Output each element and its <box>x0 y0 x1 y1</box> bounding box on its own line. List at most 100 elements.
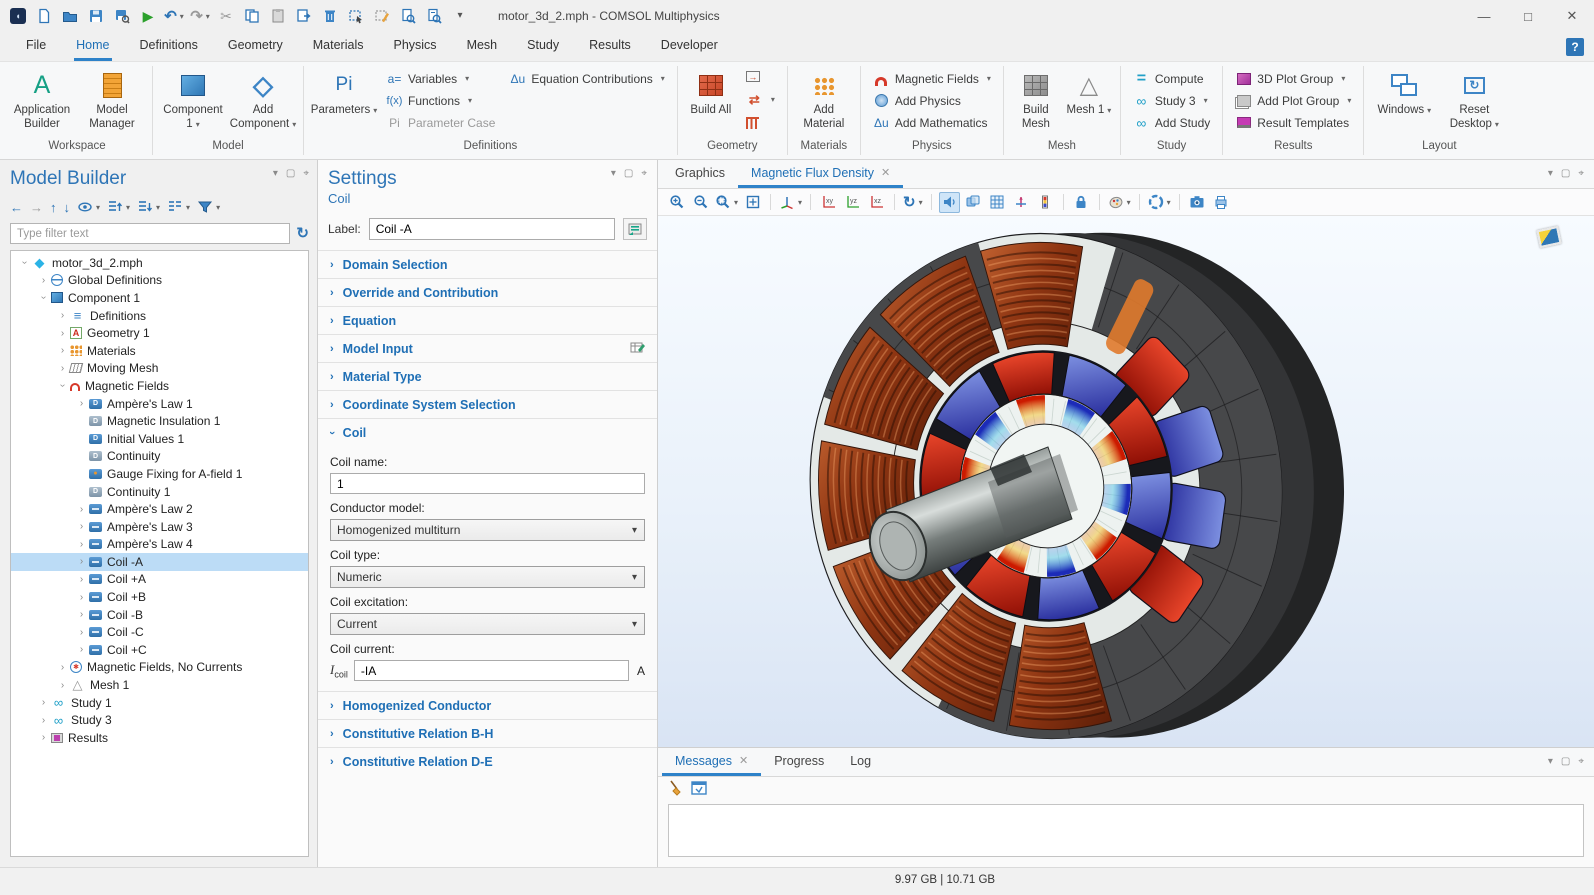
color-legend-icon[interactable] <box>1035 192 1056 213</box>
tree-item-magnetic-fields[interactable]: ›Magnetic Fields <box>11 377 308 395</box>
expand-arrow-icon[interactable]: › <box>74 521 89 532</box>
show-all-messages-icon[interactable] <box>691 781 707 798</box>
view-xz-icon[interactable]: xz <box>866 192 887 213</box>
tree-item-moving-mesh[interactable]: ›Moving Mesh <box>11 360 308 378</box>
tree-filter-input[interactable] <box>10 223 290 244</box>
tree-item-component-1[interactable]: ›Component 1 <box>11 289 308 307</box>
expand-arrow-icon[interactable]: › <box>74 539 89 550</box>
paste-icon[interactable] <box>266 5 290 27</box>
magnetic-fields-button[interactable]: Magnetic Fields▾ <box>868 69 996 88</box>
panel-menu-icon[interactable]: ▾ <box>1548 168 1553 179</box>
expand-arrow-icon[interactable]: › <box>36 275 51 286</box>
tree-item-motor-3d-2-mph[interactable]: ›motor_3d_2.mph <box>11 254 308 272</box>
tree-item-coil-a[interactable]: ›Coil +A <box>11 571 308 589</box>
add-material-button[interactable]: Add Material <box>795 67 853 134</box>
add-mathematics-button[interactable]: Add Mathematics <box>868 113 996 132</box>
section-override-and-contribution[interactable]: ›Override and Contribution <box>318 278 657 306</box>
delete-icon[interactable] <box>318 5 342 27</box>
expand-arrow-icon[interactable]: › <box>36 732 51 743</box>
expand-arrow-icon[interactable]: › <box>55 680 70 691</box>
minimize-button[interactable]: — <box>1462 0 1506 32</box>
expand-all-icon[interactable]: ▾ <box>107 199 130 215</box>
show-icon[interactable]: ▾ <box>77 199 100 215</box>
snapshot-icon[interactable] <box>1187 192 1208 213</box>
edit-model-input-icon[interactable] <box>630 341 645 357</box>
run-icon[interactable]: ▶ <box>136 5 160 27</box>
expand-arrow-icon[interactable]: › <box>55 662 70 673</box>
menu-tab-materials[interactable]: Materials <box>311 33 366 61</box>
messages-tab-log[interactable]: Log <box>837 748 884 776</box>
section-coil[interactable]: ›Coil <box>318 418 657 446</box>
float-panel-icon[interactable]: ▢ <box>1561 756 1570 767</box>
expand-arrow-icon[interactable]: › <box>74 627 89 638</box>
transparency-icon[interactable] <box>963 192 984 213</box>
tree-item-mesh-1[interactable]: ›Mesh 1 <box>11 676 308 694</box>
menu-tab-mesh[interactable]: Mesh <box>465 33 500 61</box>
comsol-logo-icon[interactable]: ◖ <box>6 5 30 27</box>
menu-tab-study[interactable]: Study <box>525 33 561 61</box>
conductor-model-select[interactable]: Homogenized multiturn <box>330 519 645 541</box>
zoom-in-icon[interactable] <box>666 192 687 213</box>
save-icon[interactable] <box>84 5 108 27</box>
move-down-icon[interactable]: ↓ <box>64 200 71 215</box>
view-yz-icon[interactable]: yz <box>842 192 863 213</box>
redo-icon[interactable]: ↷▾ <box>188 5 212 27</box>
print-icon[interactable] <box>1211 192 1232 213</box>
expand-arrow-icon[interactable]: › <box>74 504 89 515</box>
component-1-button[interactable]: Component 1▾ <box>160 67 226 134</box>
tree-item-continuity[interactable]: Continuity <box>11 448 308 466</box>
pin-panel-icon[interactable]: ⌖ <box>641 168 647 179</box>
view-xy-icon[interactable]: xy <box>818 192 839 213</box>
equation-contributions-button[interactable]: Equation Contributions▾ <box>504 69 669 88</box>
tree-item-coil-c[interactable]: ›Coil -C <box>11 623 308 641</box>
more-commands-icon[interactable]: ▾ <box>448 5 472 27</box>
expand-arrow-icon[interactable]: › <box>36 715 51 726</box>
collapse-arrow-icon[interactable]: › <box>38 290 49 305</box>
lock-icon[interactable] <box>1071 192 1092 213</box>
tree-item-coil-b[interactable]: ›Coil -B <box>11 606 308 624</box>
pin-panel-icon[interactable]: ⌖ <box>1578 168 1584 179</box>
expand-arrow-icon[interactable]: › <box>55 328 70 339</box>
section-equation[interactable]: ›Equation <box>318 306 657 334</box>
windows-button[interactable]: Windows▾ <box>1371 67 1437 120</box>
expand-arrow-icon[interactable]: › <box>55 310 70 321</box>
clear-mark-icon[interactable] <box>370 5 394 27</box>
back-icon[interactable]: ← <box>10 200 23 215</box>
scene-light-icon[interactable] <box>939 192 960 213</box>
float-panel-icon[interactable]: ▢ <box>286 168 295 179</box>
maximize-button[interactable]: □ <box>1506 0 1550 32</box>
panel-menu-icon[interactable]: ▾ <box>1548 756 1553 767</box>
undo-icon[interactable]: ↶▾ <box>162 5 186 27</box>
rotate-icon[interactable]: ↻▾ <box>902 192 924 213</box>
tree-item-study-1[interactable]: ›Study 1 <box>11 694 308 712</box>
new-file-icon[interactable] <box>32 5 56 27</box>
tree-item-amp-re-s-law-1[interactable]: ›Ampère's Law 1 <box>11 395 308 413</box>
variables-button[interactable]: Variables▾ <box>381 69 500 88</box>
parameter-case-button[interactable]: Parameter Case <box>381 113 500 132</box>
pin-panel-icon[interactable]: ⌖ <box>1578 756 1584 767</box>
coil-excitation-select[interactable]: Current <box>330 613 645 635</box>
section-homogenized-conductor[interactable]: ›Homogenized Conductor <box>318 691 657 719</box>
tree-item-coil-a[interactable]: ›Coil -A <box>11 553 308 571</box>
duplicate-icon[interactable] <box>292 5 316 27</box>
expand-arrow-icon[interactable]: › <box>74 574 89 585</box>
menu-tab-developer[interactable]: Developer <box>659 33 720 61</box>
model-manager-button[interactable]: Model Manager <box>79 67 145 134</box>
menu-tab-physics[interactable]: Physics <box>391 33 438 61</box>
graphics-tab-magnetic-flux-density[interactable]: Magnetic Flux Density✕ <box>738 160 903 188</box>
tree-item-amp-re-s-law-2[interactable]: ›Ampère's Law 2 <box>11 500 308 518</box>
help-button[interactable]: ? <box>1566 38 1584 56</box>
tree-item-coil-b[interactable]: ›Coil +B <box>11 588 308 606</box>
study-3-button[interactable]: Study 3▾ <box>1128 91 1215 110</box>
functions-button[interactable]: Functions▾ <box>381 91 500 110</box>
add-study-button[interactable]: Add Study <box>1128 113 1215 132</box>
collapse-arrow-icon[interactable]: › <box>19 255 30 270</box>
graphics-canvas[interactable] <box>658 216 1594 747</box>
add-physics-button[interactable]: Add Physics <box>868 91 996 110</box>
section-constitutive-relation-de[interactable]: ›Constitutive Relation D-E <box>318 747 657 775</box>
add-plot-group-button[interactable]: Add Plot Group▾ <box>1230 91 1356 110</box>
coil-current-input[interactable] <box>354 660 629 681</box>
compute-button[interactable]: Compute <box>1128 69 1215 88</box>
build-mesh-button[interactable]: Build Mesh <box>1011 67 1061 134</box>
tree-item-gauge-fixing-for-a-field-1[interactable]: Gauge Fixing for A-field 1 <box>11 465 308 483</box>
